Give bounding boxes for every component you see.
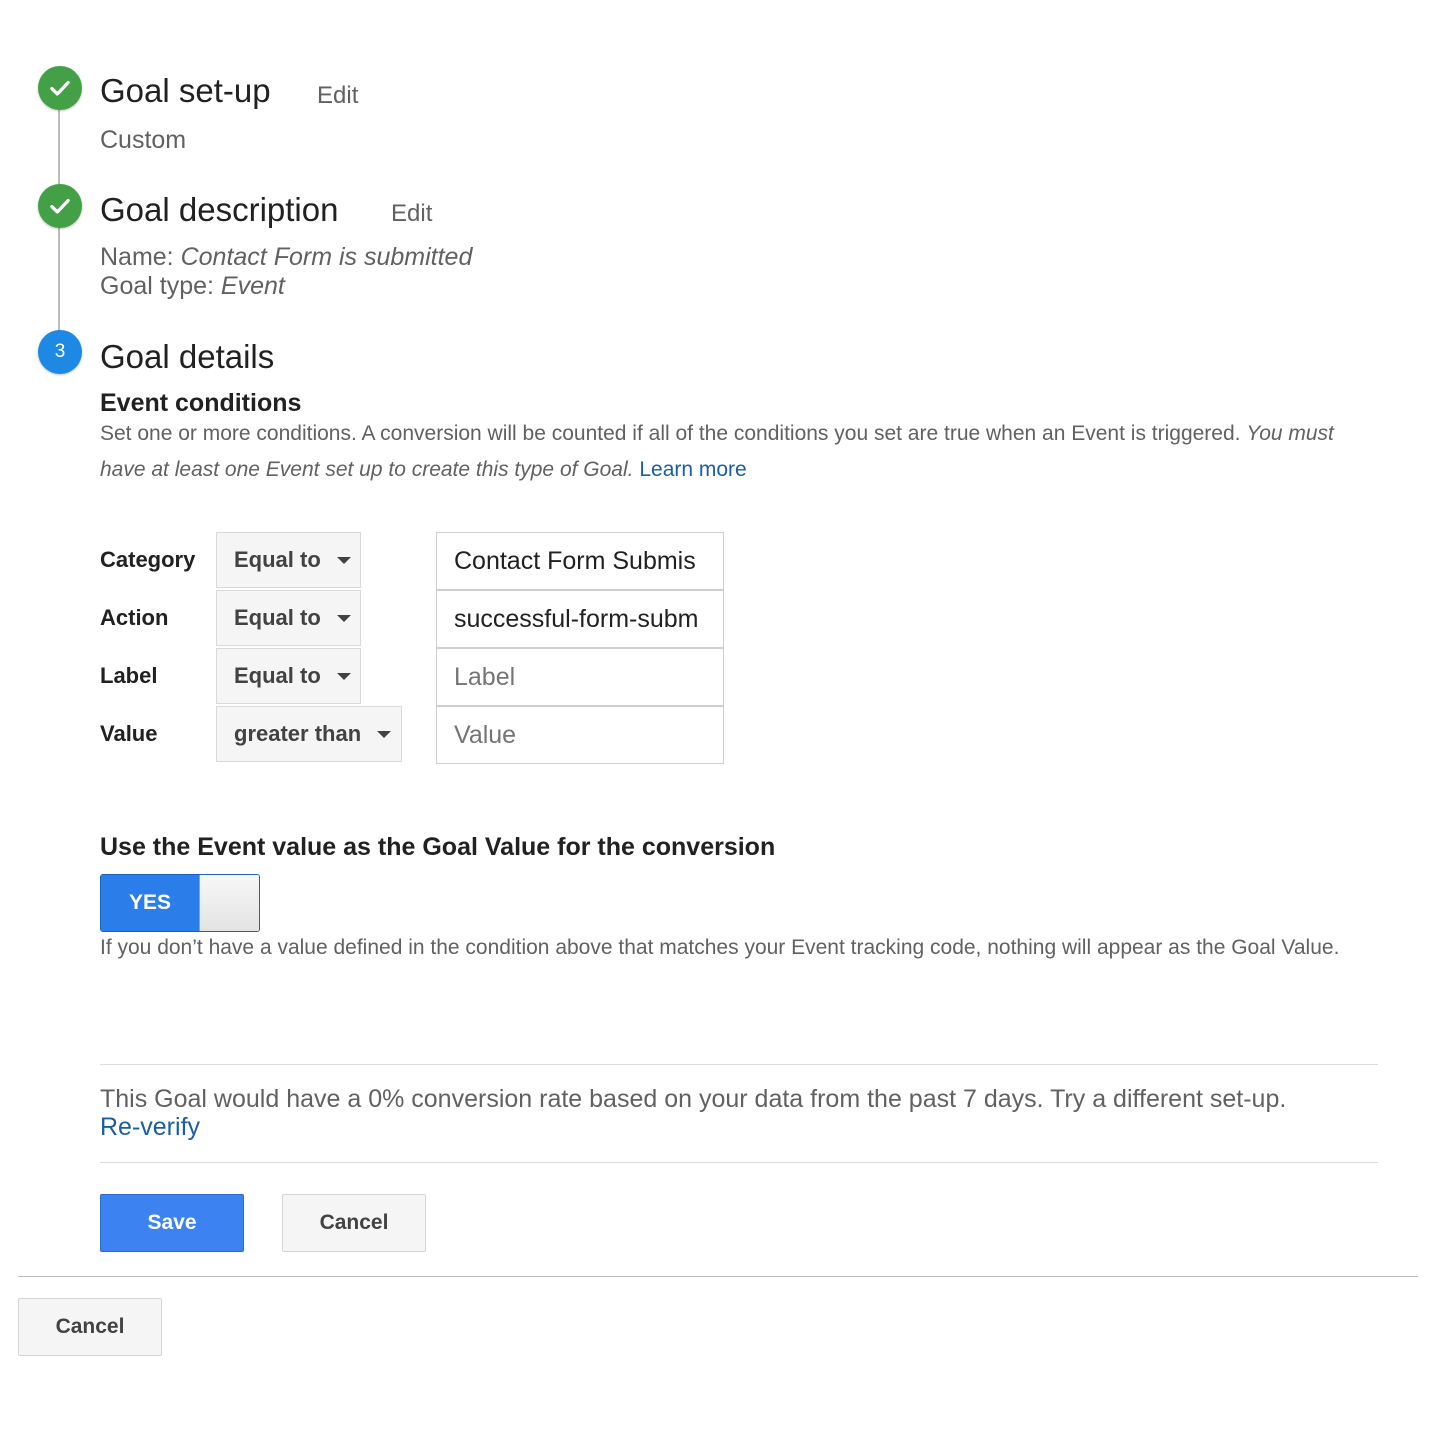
action-value-input[interactable] xyxy=(436,590,724,648)
chevron-down-icon xyxy=(336,614,351,622)
chevron-down-icon xyxy=(336,556,351,564)
chevron-down-icon xyxy=(336,672,351,680)
chevron-down-icon xyxy=(377,730,392,738)
goal-type-label: Goal type: xyxy=(100,272,214,300)
save-button[interactable]: Save xyxy=(100,1194,244,1252)
goal-details-title: Goal details xyxy=(100,338,275,375)
event-conditions-heading: Event conditions xyxy=(100,389,302,417)
event-conditions-text: Set one or more conditions. A conversion… xyxy=(100,422,1241,445)
goal-description-title: Goal description xyxy=(100,191,339,228)
category-value-input[interactable] xyxy=(436,532,724,590)
toggle-knob xyxy=(199,875,259,931)
value-operator-select[interactable]: greater than xyxy=(216,706,402,762)
step-connector-line xyxy=(58,110,60,190)
goal-value-help-text: If you don’t have a value defined in the… xyxy=(100,936,1340,959)
goal-type-line: Goal type: Event xyxy=(100,272,285,301)
cancel-button[interactable]: Cancel xyxy=(282,1194,426,1252)
goal-value-heading: Use the Event value as the Goal Value fo… xyxy=(100,833,776,861)
footer-divider xyxy=(18,1276,1418,1277)
goal-description-edit-link[interactable]: Edit xyxy=(391,200,432,228)
footer-cancel-button[interactable]: Cancel xyxy=(18,1298,162,1356)
category-operator-select[interactable]: Equal to xyxy=(216,532,361,588)
section-divider xyxy=(100,1162,1378,1163)
label-value-input[interactable] xyxy=(436,648,724,706)
category-operator-value: Equal to xyxy=(234,547,321,572)
goal-setup-title: Goal set-up xyxy=(100,72,271,109)
value-operator-value: greater than xyxy=(234,721,362,746)
value-value-input[interactable] xyxy=(436,706,724,764)
goal-value-toggle[interactable]: YES xyxy=(100,874,260,932)
goal-type-value: Event xyxy=(220,272,285,300)
goal-name-value: Contact Form is submitted xyxy=(180,243,473,271)
goal-name-label: Name: xyxy=(100,243,174,271)
label-operator-select[interactable]: Equal to xyxy=(216,648,361,704)
condition-label-action: Action xyxy=(100,605,169,630)
condition-label-value: Value xyxy=(100,721,158,746)
action-operator-select[interactable]: Equal to xyxy=(216,590,361,646)
step-number-badge: 3 xyxy=(38,330,82,374)
event-conditions-description: Set one or more conditions. A conversion… xyxy=(100,416,1360,488)
step-complete-check-icon xyxy=(38,66,82,110)
reverify-link[interactable]: Re-verify xyxy=(100,1113,200,1142)
goal-setup-value: Custom xyxy=(100,126,187,154)
step-complete-check-icon xyxy=(38,184,82,228)
goal-name-line: Name: Contact Form is submitted xyxy=(100,243,472,272)
condition-label-category: Category xyxy=(100,547,196,572)
verify-text: This Goal would have a 0% conversion rat… xyxy=(100,1085,1287,1113)
goal-setup-edit-link[interactable]: Edit xyxy=(317,82,358,110)
learn-more-link[interactable]: Learn more xyxy=(639,458,746,481)
toggle-yes-label: YES xyxy=(101,875,199,931)
section-divider xyxy=(100,1064,1378,1065)
step-connector-line xyxy=(58,228,60,334)
action-operator-value: Equal to xyxy=(234,605,321,630)
label-operator-value: Equal to xyxy=(234,663,321,688)
condition-label-label: Label xyxy=(100,663,158,688)
